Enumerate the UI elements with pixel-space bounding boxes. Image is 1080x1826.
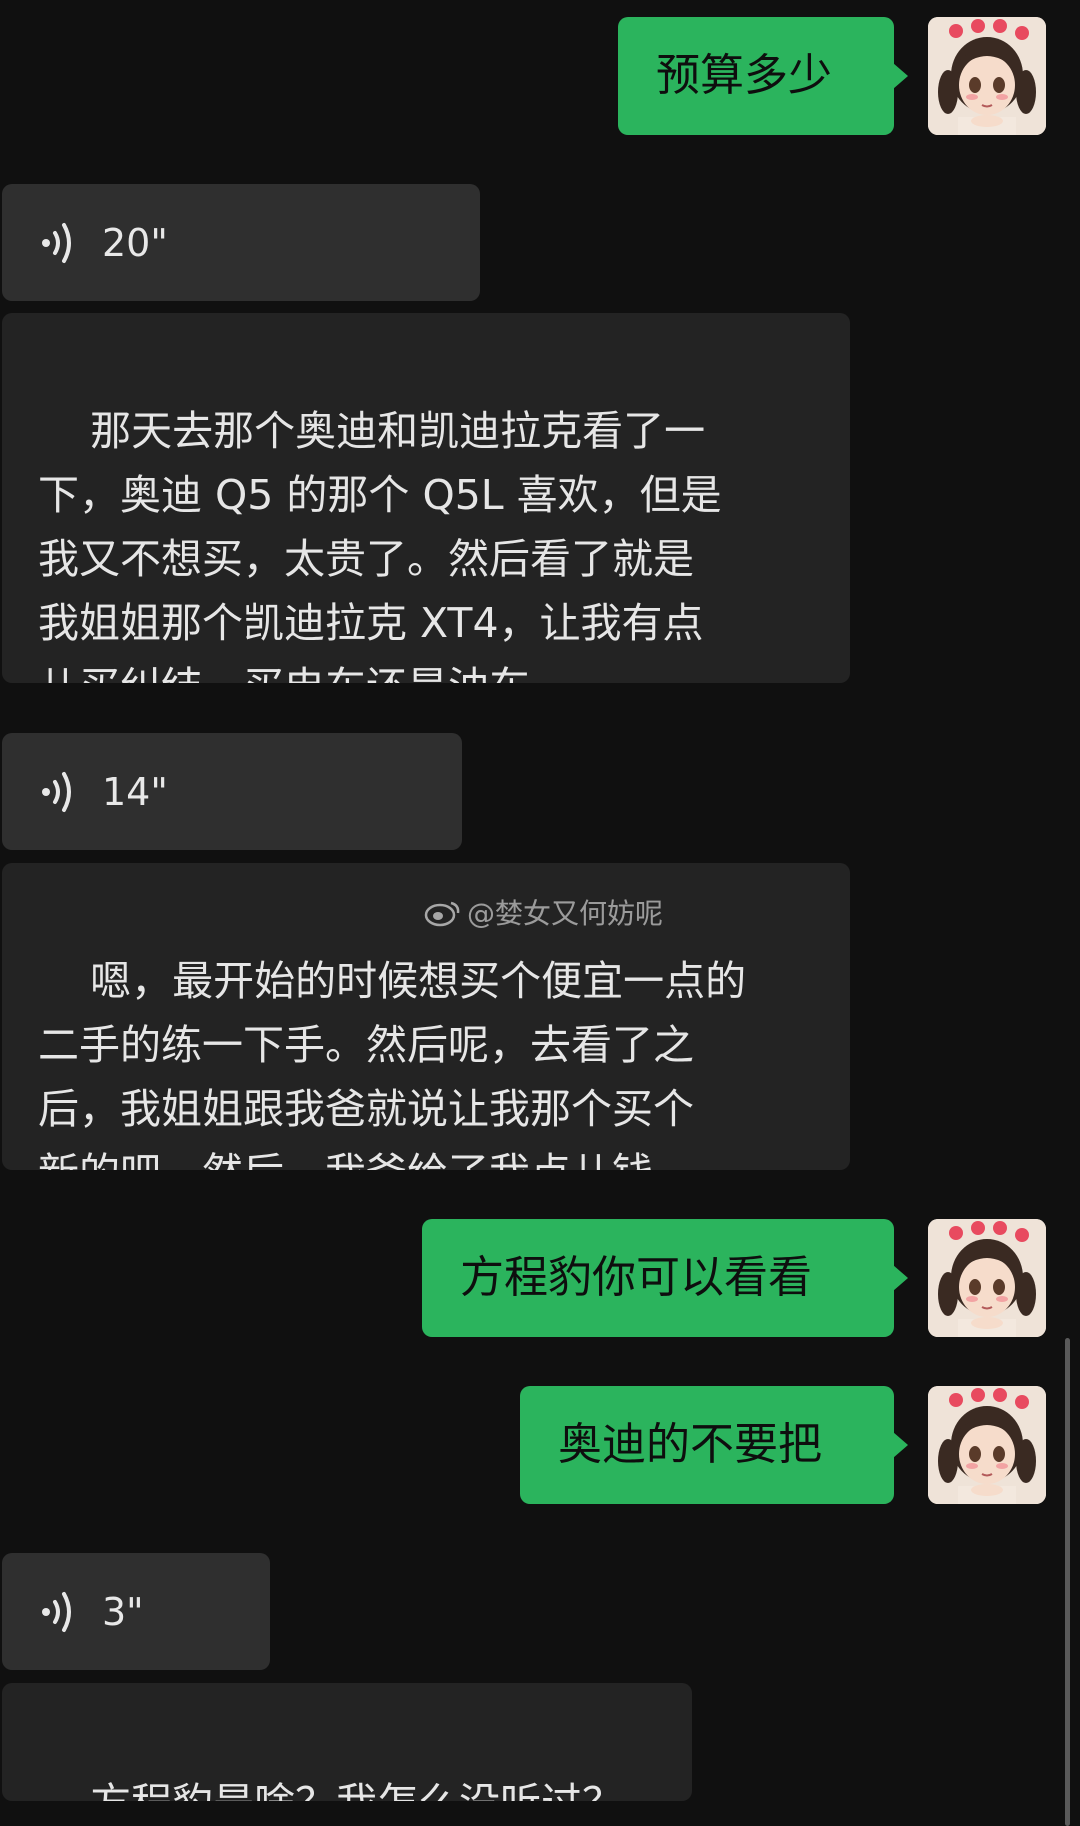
- bubble-tail: [893, 1265, 908, 1291]
- message-text: 预算多少: [656, 50, 832, 101]
- anime-girl-avatar-icon: [928, 1386, 1046, 1504]
- voice-duration: 20": [102, 220, 168, 265]
- message-text: 奥迪的不要把: [558, 1419, 822, 1470]
- voice-transcript-bubble[interactable]: 那天去那个奥迪和凯迪拉克看了一 下，奥迪 Q5 的那个 Q5L 喜欢，但是 我又…: [2, 313, 850, 683]
- voice-message-bubble[interactable]: 20": [2, 184, 480, 301]
- transcript-text: 方程豹是啥？我怎么没听过？: [90, 1779, 623, 1801]
- user-avatar[interactable]: [928, 17, 1046, 135]
- anime-girl-avatar-icon: [928, 1219, 1046, 1337]
- voice-transcript-bubble[interactable]: 方程豹是啥？我怎么没听过？: [2, 1683, 692, 1801]
- voice-transcript-bubble[interactable]: 嗯，最开始的时候想买个便宜一点的 二手的练一下手。然后呢，去看了之 后，我姐姐跟…: [2, 863, 850, 1170]
- voice-duration: 14": [102, 769, 168, 814]
- chat-screen: 预算多少 20" 那天去那个奥迪和凯迪拉克看了一 下，奥迪 Q5 的那个 Q5L…: [0, 0, 1080, 1826]
- voice-wave-icon: [42, 1591, 71, 1632]
- transcript-text: 嗯，最开始的时候想买个便宜一点的 二手的练一下手。然后呢，去看了之 后，我姐姐跟…: [38, 957, 747, 1170]
- outgoing-message-bubble[interactable]: 奥迪的不要把: [520, 1386, 908, 1504]
- bubble-tail: [893, 63, 908, 89]
- voice-wave-icon: [42, 771, 71, 812]
- user-avatar[interactable]: [928, 1219, 1046, 1337]
- message-text: 方程豹你可以看看: [460, 1252, 812, 1303]
- outgoing-message-bubble[interactable]: 预算多少: [618, 17, 908, 135]
- voice-message-bubble[interactable]: 14": [2, 733, 462, 850]
- transcript-text: 那天去那个奥迪和凯迪拉克看了一 下，奥迪 Q5 的那个 Q5L 喜欢，但是 我又…: [38, 407, 722, 683]
- user-avatar[interactable]: [928, 1386, 1046, 1504]
- voice-duration: 3": [102, 1589, 144, 1634]
- bubble-tail: [893, 1432, 908, 1458]
- voice-wave-icon: [42, 222, 71, 263]
- scrollbar[interactable]: [1065, 1338, 1070, 1826]
- voice-message-bubble[interactable]: 3": [2, 1553, 270, 1670]
- outgoing-message-bubble[interactable]: 方程豹你可以看看: [422, 1219, 908, 1337]
- anime-girl-avatar-icon: [928, 17, 1046, 135]
